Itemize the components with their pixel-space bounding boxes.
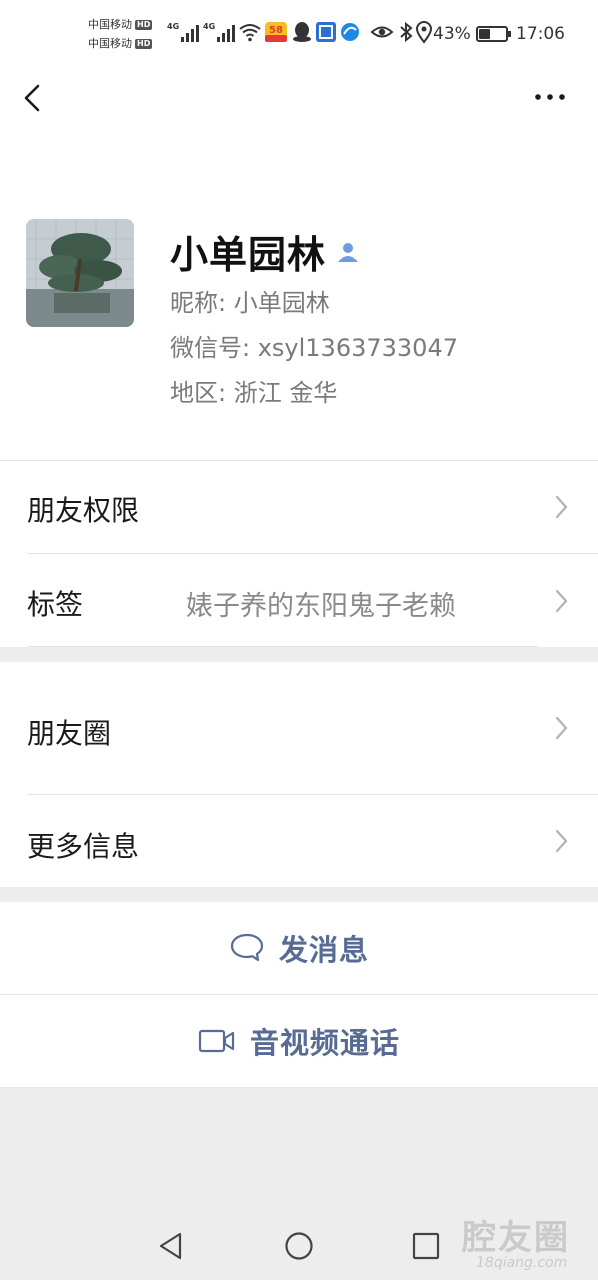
signal-strength-icon: 4G [203,22,236,42]
back-button[interactable] [18,78,48,118]
display-name: 小单园林 [170,233,327,277]
profile-header: 小单园林 昵称: 小单园林 微信号: xsyl1363733047 地区: 浙江… [0,130,598,460]
battery-percent: 43% [433,24,471,44]
browser-icon [341,23,359,41]
nav-recents-icon[interactable] [410,1230,442,1262]
wechat-id-line: 微信号: xsyl1363733047 [170,334,458,362]
settings-card: 朋友权限 标签 婊子养的东阳鬼子老赖 [0,461,598,647]
moments-label: 朋友圈 [27,717,112,750]
contact-person-icon [338,242,359,262]
carrier-1-label: 中国移动 [88,18,132,31]
moments-row[interactable]: 朋友圈 [0,662,598,794]
app-58-badge: 58 [269,25,283,36]
hd-badge: HD [135,38,153,49]
carrier-2-label: 中国移动 [88,37,132,50]
divider [27,646,538,647]
video-call-label: 音视频通话 [249,1026,400,1060]
battery-level [479,29,490,39]
chevron-right-icon [555,829,568,853]
network-type-label: 4G [167,22,180,31]
app-58-icon: 58 [265,22,287,42]
signal-strength-icon: 4G [167,22,200,42]
video-camera-icon [198,1029,235,1053]
name-row: 小单园林 [170,224,360,279]
network-type-label: 4G [203,22,216,31]
top-nav [0,70,598,130]
video-call-button[interactable]: 音视频通话 [0,995,598,1087]
tags-label: 标签 [27,588,84,621]
friend-permissions-label: 朋友权限 [27,494,140,527]
more-card: 朋友圈 更多信息 [0,662,598,887]
app-notification-icon [316,22,336,42]
tags-value: 婊子养的东阳鬼子老赖 [186,591,456,622]
battery-icon [476,26,508,42]
nickname-line: 昵称: 小单园林 [170,289,330,317]
watermark-main: 腔友圈 [462,1218,570,1258]
friend-permissions-row[interactable]: 朋友权限 [0,461,598,553]
chevron-right-icon [555,589,568,613]
qq-icon [293,22,311,42]
divider [0,1087,598,1088]
hd-badge: HD [135,19,153,30]
status-bar: 中国移动 HD 中国移动 HD 4G 4G 58 43% 17:06 [0,0,598,70]
send-message-label: 发消息 [278,933,369,967]
watermark-sub: 18qiang.com [476,1255,568,1271]
tags-row[interactable]: 标签 婊子养的东阳鬼子老赖 [0,554,598,646]
watermark: 腔友圈 18qiang.com [462,1210,592,1274]
more-info-row[interactable]: 更多信息 [0,795,598,887]
region-line: 地区: 浙江 金华 [170,379,338,407]
chevron-right-icon [555,716,568,740]
battery-tip [508,31,511,37]
eye-icon [370,26,394,38]
clock: 17:06 [516,24,565,44]
wifi-icon [239,24,261,42]
nav-home-icon[interactable] [283,1230,315,1262]
chat-bubble-icon [230,933,264,962]
send-message-button[interactable]: 发消息 [0,902,598,994]
more-options-button[interactable] [528,82,572,112]
chevron-right-icon [555,495,568,519]
more-info-label: 更多信息 [27,830,140,863]
avatar[interactable] [26,219,134,327]
nav-back-icon[interactable] [155,1230,187,1262]
carrier-info: 中国移动 HD 中国移动 HD [88,15,168,53]
